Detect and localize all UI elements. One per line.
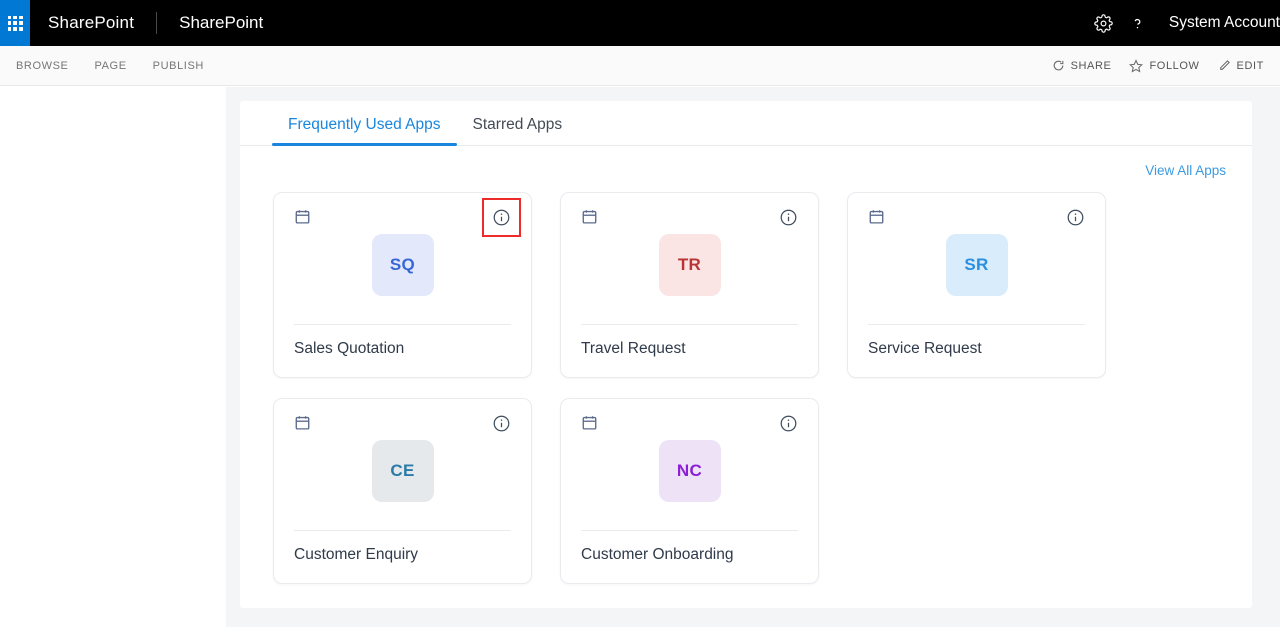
- app-card-grid: SQ Sales Quotation TR Travel Request SR Servi…: [240, 178, 1252, 584]
- suite-divider: [156, 12, 158, 34]
- app-card-header: [274, 399, 531, 436]
- ribbon-tab-browse[interactable]: BROWSE: [14, 56, 71, 76]
- app-card[interactable]: TR Travel Request: [560, 192, 819, 378]
- app-avatar: TR: [658, 234, 721, 296]
- gear-icon[interactable]: [1087, 0, 1121, 46]
- app-card-divider: [294, 324, 511, 325]
- ribbon-bar: BROWSE PAGE PUBLISH SHARE FOLLOW EDIT: [0, 46, 1280, 86]
- page-body: Frequently Used Apps Starred Apps View A…: [0, 87, 1280, 627]
- ribbon-actions: SHARE FOLLOW EDIT: [1052, 58, 1280, 73]
- app-launcher-button[interactable]: [0, 0, 30, 46]
- follow-label: FOLLOW: [1149, 59, 1200, 72]
- app-card-divider: [581, 530, 798, 531]
- view-all-apps-link[interactable]: View All Apps: [1145, 163, 1226, 178]
- app-avatar: CE: [371, 440, 434, 502]
- app-card[interactable]: SQ Sales Quotation: [273, 192, 532, 378]
- app-card[interactable]: NC Customer Onboarding: [560, 398, 819, 584]
- calendar-icon: [294, 208, 311, 230]
- info-icon[interactable]: [492, 414, 511, 433]
- apps-tab-bar: Frequently Used Apps Starred Apps: [240, 101, 1252, 146]
- calendar-icon: [581, 414, 598, 436]
- follow-button[interactable]: FOLLOW: [1129, 58, 1200, 73]
- app-avatar-initials: SR: [964, 255, 989, 274]
- app-card[interactable]: SR Service Request: [847, 192, 1106, 378]
- pencil-icon: [1218, 59, 1231, 72]
- site-name-label[interactable]: SharePoint: [179, 13, 263, 33]
- app-card-header: [561, 193, 818, 230]
- ribbon-tab-page[interactable]: PAGE: [93, 56, 129, 76]
- app-card-divider: [294, 530, 511, 531]
- share-button[interactable]: SHARE: [1052, 59, 1112, 72]
- app-avatar-initials: CE: [390, 461, 415, 480]
- info-icon[interactable]: [779, 208, 798, 227]
- calendar-icon: [868, 208, 885, 230]
- app-card-title: Customer Enquiry: [294, 546, 419, 563]
- share-label: SHARE: [1070, 59, 1112, 72]
- app-card-title: Service Request: [868, 340, 982, 357]
- app-card-title: Travel Request: [581, 340, 686, 357]
- edit-label: EDIT: [1236, 59, 1264, 72]
- app-avatar: SQ: [371, 234, 434, 296]
- ribbon-tab-list: BROWSE PAGE PUBLISH: [0, 56, 206, 76]
- user-account-label[interactable]: System Account: [1169, 14, 1280, 32]
- info-icon[interactable]: [1066, 208, 1085, 227]
- view-all-row: View All Apps: [240, 146, 1252, 178]
- app-card-divider: [868, 324, 1085, 325]
- app-avatar: NC: [658, 440, 721, 502]
- ribbon-tab-publish[interactable]: PUBLISH: [151, 56, 206, 76]
- tab-starred-apps[interactable]: Starred Apps: [457, 116, 579, 145]
- calendar-icon: [294, 414, 311, 436]
- info-icon[interactable]: [482, 198, 521, 237]
- suite-bar: SharePoint SharePoint System Account: [0, 0, 1280, 46]
- calendar-icon: [581, 208, 598, 230]
- app-avatar: SR: [945, 234, 1008, 296]
- content-area: Frequently Used Apps Starred Apps View A…: [226, 87, 1280, 627]
- suite-brand-label[interactable]: SharePoint: [48, 13, 134, 33]
- edit-button[interactable]: EDIT: [1218, 59, 1264, 72]
- app-card-title: Sales Quotation: [294, 340, 405, 357]
- help-icon[interactable]: [1121, 0, 1155, 46]
- waffle-icon: [7, 15, 23, 31]
- app-avatar-initials: TR: [677, 255, 702, 274]
- tab-frequently-used-apps[interactable]: Frequently Used Apps: [272, 116, 457, 146]
- left-navigation-rail: [0, 87, 226, 627]
- apps-webpart: Frequently Used Apps Starred Apps View A…: [240, 101, 1252, 608]
- suite-bar-right: System Account: [1087, 0, 1280, 46]
- app-card-header: [274, 193, 531, 237]
- app-avatar-initials: NC: [676, 461, 703, 480]
- share-icon: [1052, 59, 1065, 72]
- app-card-header: [848, 193, 1105, 230]
- app-card-divider: [581, 324, 798, 325]
- app-avatar-initials: SQ: [389, 255, 416, 274]
- app-card-title: Customer Onboarding: [581, 546, 734, 563]
- star-icon: [1129, 58, 1144, 73]
- app-card[interactable]: CE Customer Enquiry: [273, 398, 532, 584]
- app-card-header: [561, 399, 818, 436]
- info-icon[interactable]: [779, 414, 798, 433]
